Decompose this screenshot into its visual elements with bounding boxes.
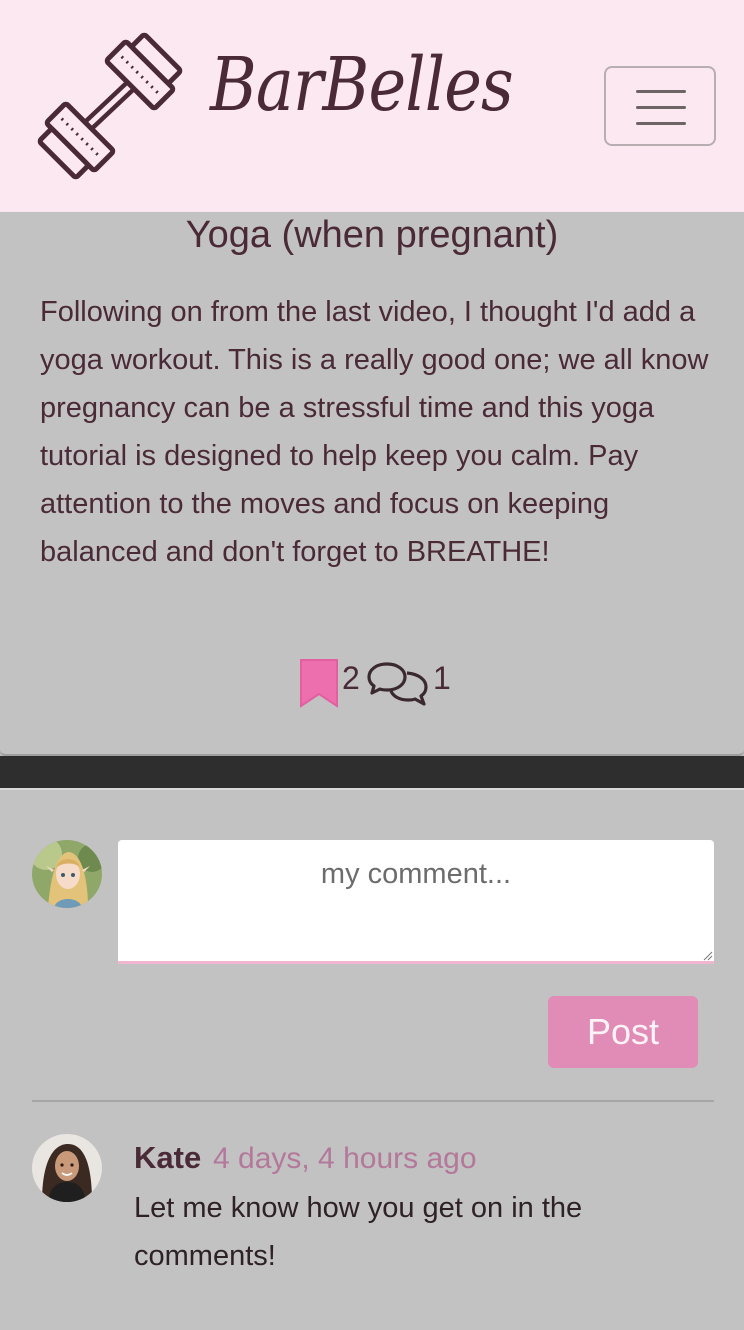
post-card: Yoga (when pregnant) Following on from t… — [0, 212, 744, 756]
post-title: Yoga (when pregnant) — [185, 214, 559, 256]
comment-timestamp: 4 days, 4 hours ago — [213, 1142, 477, 1175]
comments-icon — [367, 662, 428, 706]
comments-section: Post Kate 4 days, 4 hours ago Let me kno… — [0, 788, 744, 1330]
comment-author: Kate — [134, 1140, 202, 1175]
post-comment-button[interactable]: Post — [548, 996, 698, 1068]
menu-toggle-button[interactable] — [604, 66, 716, 146]
bookmark-count: 2 — [342, 660, 360, 696]
resize-grip-icon[interactable] — [703, 951, 713, 961]
comment-count: 1 — [433, 660, 451, 696]
comment-input[interactable] — [118, 840, 714, 964]
comment-text: Let me know how you get on in the commen… — [134, 1192, 583, 1272]
avatar — [32, 1134, 102, 1202]
bookmark-icon[interactable] — [300, 658, 338, 708]
dumbbell-icon — [37, 32, 183, 180]
section-divider — [0, 756, 744, 788]
current-user-avatar — [32, 840, 102, 908]
navbar: BarBelles — [0, 0, 744, 212]
post-body: Following on from the last video, I thou… — [40, 296, 709, 568]
comments-divider — [32, 1100, 714, 1102]
post-stats: 2 1 — [0, 656, 744, 708]
brand-name[interactable]: BarBelles — [210, 48, 514, 122]
